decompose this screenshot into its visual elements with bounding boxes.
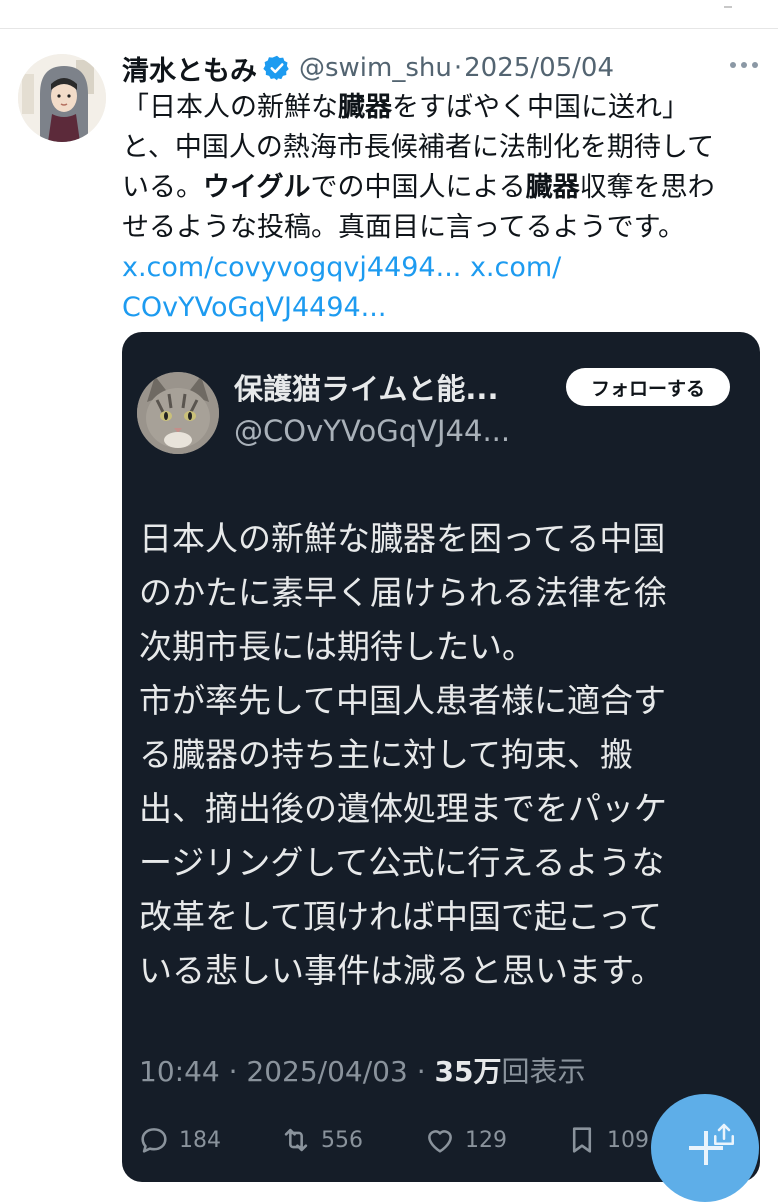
retweet-count: 556 (321, 1127, 363, 1153)
tweet-links-line-1: x.com/covyvogqvj4494... x.com/ (122, 248, 767, 288)
reply-action[interactable]: 184 (137, 1120, 221, 1160)
quoted-text-line: 市が率先して中国人患者様に適合す (139, 681, 667, 720)
cat-avatar-illustration (137, 372, 219, 454)
retweet-icon (284, 1128, 308, 1152)
quoted-text-line: る臓器の持ち主に対して拘束、搬 (139, 735, 634, 774)
compose-fab[interactable] (651, 1094, 759, 1202)
tweet-text-line-1: 「日本人の新鮮な臓器をすばやく中国に送れ」 (122, 92, 689, 123)
tweet-text-line-4: せるような投稿。真面目に言ってるようです。 (122, 212, 685, 243)
author-avatar-illustration (18, 54, 106, 142)
author-handle[interactable]: @swim_shu (299, 53, 452, 83)
tweet-text: 「日本人の新鮮な臓器をすばやく中国に送れ」 と、中国人の熱海市長候補者に法制化を… (122, 88, 767, 328)
follow-button[interactable]: フォローする (566, 368, 730, 406)
like-icon (428, 1130, 452, 1153)
quoted-text-line: 改革をして頂ければ中国で起こって (139, 897, 663, 936)
quoted-views-count: 35万 (434, 1055, 502, 1088)
quoted-text-line: ージリングして公式に行えるような (139, 843, 665, 882)
verified-badge-icon (263, 55, 289, 81)
author-avatar[interactable] (18, 54, 106, 142)
quoted-avatar[interactable] (137, 372, 219, 454)
reply-count: 184 (179, 1127, 221, 1153)
bookmark-count: 109 (607, 1127, 649, 1153)
tweet-text-line-2: と、中国人の熱海市長候補者に法制化を期待して (122, 132, 715, 163)
quoted-text-line: いる悲しい事件は減ると思います。 (139, 951, 664, 990)
meta-separator: · (228, 1055, 238, 1088)
quoted-meta: 10:44 · 2025/04/03 · 35万回表示 (139, 1050, 586, 1090)
top-divider (0, 0, 778, 29)
tweet-header: 清水ともみ @swim_shu · 2025/05/04 (122, 48, 614, 88)
tweet-text-line-3: いる。ウイグルでの中国人による臓器収奪を思わ (122, 172, 715, 203)
tweet-link-3[interactable]: COvYVoGqVJ4494... (122, 292, 386, 323)
tweet-link-2[interactable]: x.com/ (470, 252, 561, 283)
bookmark-action[interactable]: 109 (565, 1120, 649, 1160)
quoted-text-line: 次期市長には期待したい。 (139, 627, 535, 666)
quoted-text-line: 日本人の新鮮な臓器を困ってる中国 (139, 519, 666, 558)
more-icon[interactable] (730, 62, 758, 68)
tweet-links-line-2: COvYVoGqVJ4494... (122, 288, 767, 328)
reply-icon (141, 1128, 167, 1153)
quoted-tweet-card[interactable]: 保護猫ライムと能... @COvYVoGqVJ44... フォローする 日本人の… (122, 332, 760, 1182)
author-name[interactable]: 清水ともみ (122, 49, 257, 88)
meta-separator: · (416, 1055, 426, 1088)
bookmark-icon (572, 1127, 592, 1153)
quoted-text-line: 出、摘出後の遺体処理までをパッケ (139, 789, 667, 828)
header-separator: · (453, 53, 463, 83)
quoted-author-name[interactable]: 保護猫ライムと能... (234, 366, 498, 408)
quoted-tweet-text: 日本人の新鮮な臓器を困ってる中国 のかたに素早く届けられる法律を徐 次期市長には… (139, 512, 751, 998)
like-count: 129 (465, 1127, 507, 1153)
quoted-text-line: のかたに素早く届けられる法律を徐 (139, 573, 667, 612)
tweet-link-1[interactable]: x.com/covyvogqvj4494... (122, 252, 461, 283)
quoted-date[interactable]: 2025/04/03 (246, 1055, 407, 1088)
compose-plus-icon-stroke (704, 1131, 708, 1165)
like-action[interactable]: 129 (423, 1120, 507, 1160)
quoted-time[interactable]: 10:44 (139, 1055, 220, 1088)
retweet-action[interactable]: 556 (279, 1120, 363, 1160)
share-icon (714, 1123, 734, 1145)
tweet-date[interactable]: 2025/05/04 (464, 53, 614, 83)
top-edge-mark (724, 0, 732, 8)
quoted-author-handle[interactable]: @COvYVoGqVJ44... (234, 414, 510, 448)
quoted-views-label: 回表示 (501, 1055, 586, 1088)
